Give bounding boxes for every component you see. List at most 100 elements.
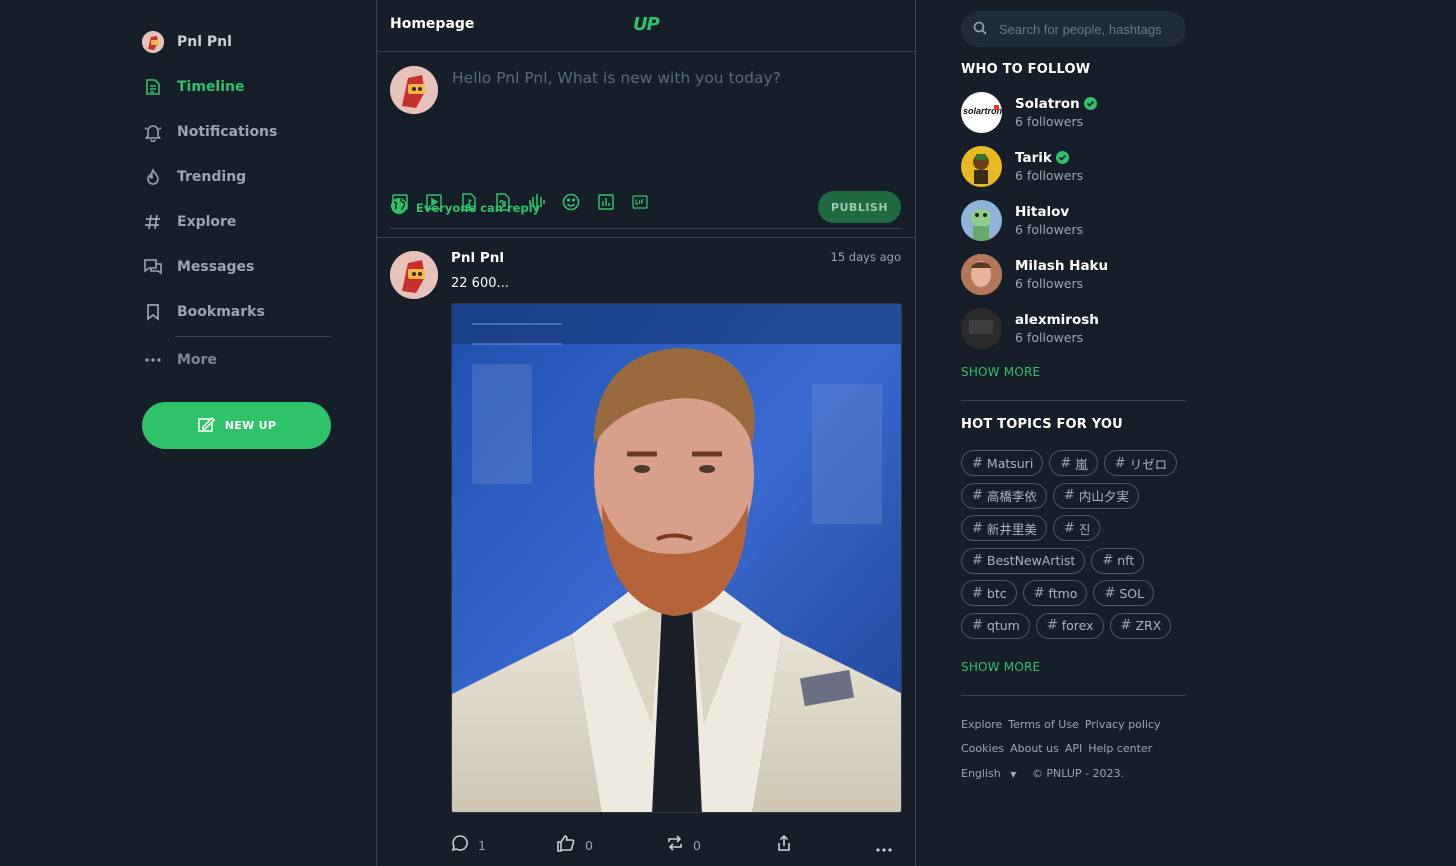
sidebar-item-explore[interactable]: Explore: [142, 199, 332, 244]
hashtag-label: 新井里美: [986, 521, 1037, 537]
footer-link[interactable]: API: [1065, 742, 1082, 755]
hashtag-chip[interactable]: # 新井里美: [961, 515, 1047, 542]
hot-topics-title: HOT TOPICS FOR YOU: [961, 417, 1123, 432]
more-dots-icon: [142, 349, 164, 371]
footer-link[interactable]: Cookies: [961, 742, 1004, 755]
follower-count: 6 followers: [1015, 329, 1084, 345]
hashtag-chip[interactable]: # 嵐: [1049, 450, 1098, 476]
hashtag-chip[interactable]: # BestNewArtist: [961, 547, 1086, 574]
hashtag-icon: #: [1060, 455, 1072, 471]
hashtag-chip[interactable]: # ftmo: [1022, 580, 1088, 607]
follow-item[interactable]: Tarik 6 followers: [961, 139, 1186, 193]
comment-button[interactable]: 1: [451, 834, 486, 856]
hashtag-chip[interactable]: # nft: [1091, 547, 1145, 574]
footer-link[interactable]: Privacy policy: [1085, 718, 1161, 731]
repost-button[interactable]: 0: [666, 834, 701, 856]
follow-item[interactable]: Milash Haku 6 followers: [961, 247, 1186, 301]
bell-icon: [142, 121, 164, 143]
bookmark-icon: [142, 301, 164, 323]
repost-icon: [666, 834, 684, 856]
like-button[interactable]: 0: [556, 834, 593, 856]
gif-icon[interactable]: [630, 192, 650, 212]
profile-name: Pnl Pnl: [177, 34, 232, 50]
brand-logo[interactable]: UP: [633, 14, 660, 35]
sidebar-item-trending[interactable]: Trending: [142, 154, 332, 199]
hashtag-chip[interactable]: # qtum: [961, 612, 1030, 639]
search-input[interactable]: [999, 21, 1174, 37]
follower-count: 6 followers: [1015, 221, 1084, 237]
caret-down-icon: ▼: [1010, 769, 1017, 779]
follow-list: solartron Solatron 6 followers Tarik 6 f…: [961, 85, 1186, 355]
show-more-follow-link[interactable]: SHOW MORE: [961, 365, 1186, 379]
share-icon: [775, 834, 793, 856]
footer-link[interactable]: About us: [1010, 742, 1059, 755]
like-count: 0: [585, 837, 593, 853]
hashtag-icon: #: [972, 585, 983, 601]
hashtag-chip[interactable]: # Matsuri: [961, 450, 1044, 476]
sidebar-item-timeline[interactable]: Timeline: [142, 64, 332, 109]
avatar: [142, 31, 164, 53]
hashtag-label: 진: [1078, 521, 1091, 537]
hashtag-label: btc: [986, 585, 1007, 601]
post-actions: 1 0 0: [451, 834, 902, 856]
hashtag-label: forex: [1061, 618, 1094, 634]
poll-icon[interactable]: [596, 192, 616, 212]
follow-name: Solatron: [1015, 95, 1080, 112]
right-divider: [961, 400, 1186, 401]
page-title: Homepage: [390, 16, 475, 32]
post-card: Pnl Pnl 15 days ago 22 600... 1 0 0: [377, 237, 915, 866]
follow-item[interactable]: solartron Solatron 6 followers: [961, 85, 1186, 139]
hashtag-label: Matsuri: [986, 455, 1034, 471]
footer-link[interactable]: Help center: [1088, 742, 1152, 755]
hashtag-icon: #: [972, 553, 983, 569]
share-button[interactable]: [775, 834, 793, 856]
comment-icon: [451, 834, 469, 856]
language-select[interactable]: English ▼: [961, 767, 1022, 780]
follower-count: 6 followers: [1015, 275, 1084, 291]
emoji-icon[interactable]: [561, 192, 581, 212]
sidebar-item-notifications[interactable]: Notifications: [142, 109, 332, 154]
hashtag-icon: #: [1114, 455, 1126, 471]
left-sidebar: Pnl Pnl Timeline Notifications Trending …: [142, 0, 332, 449]
new-up-button[interactable]: NEW UP: [142, 402, 331, 449]
show-more-topics-link[interactable]: SHOW MORE: [961, 660, 1186, 674]
hashtag-chip[interactable]: # リゼロ: [1103, 450, 1178, 476]
follow-item[interactable]: alexmirosh 6 followers: [961, 301, 1186, 355]
post-author[interactable]: Pnl Pnl: [451, 250, 504, 266]
hot-topics-list: # Matsuri # 嵐 # リゼロ # 高橋李依 # 内山夕実 # 新井里美 # 진 # BestNewA…: [961, 450, 1191, 646]
fire-icon: [142, 166, 164, 188]
hashtag-chip[interactable]: # 高橋李依: [961, 482, 1047, 509]
sidebar-item-label: Bookmarks: [177, 303, 265, 320]
hashtag-label: nft: [1117, 553, 1135, 569]
post-image[interactable]: [451, 303, 902, 813]
hashtag-chip[interactable]: # forex: [1035, 612, 1104, 639]
avatar: [961, 145, 1002, 187]
reply-setting-button[interactable]: Everyone can reply: [390, 197, 540, 219]
composer-input[interactable]: Hello Pnl Pnl, What is new with you toda…: [452, 69, 781, 87]
hashtag-icon: #: [972, 488, 983, 504]
footer-link[interactable]: Explore: [961, 718, 1002, 731]
post-text: 22 600...: [451, 276, 509, 291]
hashtag-chip[interactable]: # 内山夕実: [1052, 482, 1139, 509]
sidebar-item-bookmarks[interactable]: Bookmarks: [142, 289, 332, 334]
profile-link[interactable]: Pnl Pnl: [142, 0, 332, 64]
sidebar-item-messages[interactable]: Messages: [142, 244, 332, 289]
hashtag-icon: #: [1046, 618, 1058, 634]
hashtag-label: ZRX: [1135, 618, 1162, 634]
sidebar-item-more[interactable]: More: [142, 337, 332, 382]
avatar[interactable]: [390, 251, 438, 299]
comment-count: 1: [478, 837, 486, 853]
hashtag-chip[interactable]: # btc: [961, 580, 1017, 607]
footer-link[interactable]: Terms of Use: [1008, 718, 1079, 731]
thumbs-up-icon: [556, 834, 576, 856]
follow-item[interactable]: Hitalov 6 followers: [961, 193, 1186, 247]
avatar: [961, 307, 1002, 349]
publish-button[interactable]: PUBLISH: [818, 191, 901, 223]
post-more-button[interactable]: [875, 838, 893, 857]
hashtag-icon: #: [972, 455, 983, 471]
hashtag-chip[interactable]: # ZRX: [1109, 612, 1172, 639]
sidebar-item-label: More: [177, 351, 217, 368]
hashtag-chip[interactable]: # SOL: [1093, 580, 1155, 607]
hashtag-icon: #: [1102, 553, 1114, 569]
hashtag-chip[interactable]: # 진: [1052, 515, 1101, 542]
